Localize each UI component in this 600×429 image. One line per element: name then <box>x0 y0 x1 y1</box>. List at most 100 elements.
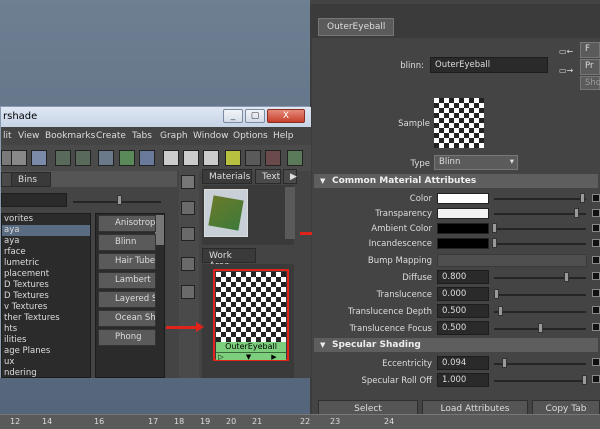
list-item[interactable]: rface <box>2 247 90 258</box>
color-slider-handle[interactable] <box>580 193 585 203</box>
ambient-color-swatch[interactable] <box>437 223 489 234</box>
eccentricity-slider[interactable] <box>494 363 586 365</box>
tab-scroll-right[interactable]: ▶ <box>283 169 297 184</box>
list-item[interactable]: ux <box>2 357 90 368</box>
specular-roll-off-slider-handle[interactable] <box>582 375 587 385</box>
list-item[interactable]: v Textures <box>2 302 90 313</box>
ambient-color-slider-handle[interactable] <box>492 223 497 233</box>
list-item[interactable]: age Planes <box>2 346 90 357</box>
tab-bins[interactable]: Bins <box>11 172 51 187</box>
material-phong[interactable]: Phong <box>98 329 156 346</box>
color-swatch[interactable] <box>437 193 489 204</box>
render-icon[interactable] <box>139 150 155 166</box>
material-lambert[interactable]: Lambert <box>98 272 156 289</box>
material-anisotropic[interactable]: Anisotropic <box>98 215 156 232</box>
map-button[interactable] <box>592 358 600 366</box>
output-connections-icon[interactable] <box>203 150 219 166</box>
minimize-button[interactable]: _ <box>223 109 243 123</box>
layout-icon[interactable] <box>181 175 195 189</box>
diffuse-slider-handle[interactable] <box>564 272 570 282</box>
specular-roll-off-slider[interactable] <box>494 380 586 382</box>
material-ocean-shader[interactable]: Ocean Sha <box>98 310 156 327</box>
shader-node-swatch[interactable] <box>216 272 286 342</box>
menu-help[interactable]: Help <box>273 131 294 141</box>
tab-outereyeball[interactable]: OuterEyeball <box>318 18 395 36</box>
list-item[interactable]: lumetric <box>2 258 90 269</box>
list-item[interactable]: aya <box>2 236 90 247</box>
map-button[interactable] <box>592 224 600 232</box>
nodes-icon[interactable] <box>119 150 135 166</box>
eccentricity-field[interactable]: 0.094 <box>437 356 489 370</box>
diffuse-field[interactable]: 0.800 <box>437 270 489 284</box>
map-button[interactable] <box>592 289 600 297</box>
filter-field[interactable] <box>1 193 67 207</box>
arrange-icon[interactable] <box>265 150 281 166</box>
scrollbar-thumb[interactable] <box>155 215 164 245</box>
ambient-color-slider[interactable] <box>494 228 586 230</box>
list-item[interactable]: aya <box>2 225 90 236</box>
menu-options[interactable]: Options <box>233 131 268 141</box>
transparency-swatch[interactable] <box>437 208 489 219</box>
menu-create[interactable]: Create <box>96 131 126 141</box>
translucence-depth-slider[interactable] <box>494 311 586 313</box>
material-hair-tube[interactable]: Hair Tube S <box>98 253 156 270</box>
menu-tabs[interactable]: Tabs <box>132 131 152 141</box>
icon-size-handle[interactable] <box>117 195 122 205</box>
material-blinn[interactable]: Blinn <box>98 234 156 251</box>
layout-icon[interactable] <box>181 257 195 271</box>
tab-work-area[interactable]: Work Area <box>202 248 256 271</box>
incandescence-swatch[interactable] <box>437 238 489 249</box>
list-item[interactable]: ndering <box>2 368 90 379</box>
material-swatch-thumbnail[interactable] <box>204 189 248 237</box>
transparency-slider-handle[interactable] <box>574 208 579 218</box>
specular-roll-off-field[interactable]: 1.000 <box>437 373 489 387</box>
map-button[interactable] <box>592 375 600 383</box>
map-button[interactable] <box>592 272 600 280</box>
layout-icon[interactable] <box>181 227 195 241</box>
maximize-button[interactable]: ▢ <box>245 109 265 123</box>
clear-graph-icon[interactable] <box>245 150 261 166</box>
list-item[interactable]: placement <box>2 269 90 280</box>
color-slider[interactable] <box>494 198 586 200</box>
presets-icon[interactable]: ▭→ <box>559 66 573 75</box>
layout-icon[interactable] <box>181 285 195 299</box>
incandescence-slider-handle[interactable] <box>492 238 497 248</box>
list-item[interactable]: vorites <box>2 214 90 225</box>
translucence-depth-field[interactable]: 0.500 <box>437 304 489 318</box>
menu-graph[interactable]: Graph <box>160 131 188 141</box>
map-button[interactable] <box>592 194 600 202</box>
specular-shading-section-header[interactable]: Specular Shading <box>314 338 598 352</box>
close-button[interactable]: X <box>267 109 305 123</box>
map-button[interactable] <box>592 323 600 331</box>
frame-icon[interactable] <box>287 150 303 166</box>
type-dropdown[interactable]: Blinn ▾ <box>434 155 518 170</box>
map-button[interactable] <box>592 256 600 264</box>
show-button[interactable]: Show <box>580 76 600 90</box>
translucence-depth-slider-handle[interactable] <box>498 306 504 316</box>
transparency-slider[interactable] <box>494 213 586 215</box>
eccentricity-slider-handle[interactable] <box>502 358 508 368</box>
diffuse-slider[interactable] <box>494 277 586 279</box>
common-material-section-header[interactable]: Common Material Attributes <box>314 174 598 188</box>
shader-node-ports[interactable]: ▷ ▼ ▶ <box>216 352 286 361</box>
input-connections-icon[interactable] <box>163 150 179 166</box>
translucence-slider[interactable] <box>494 294 586 296</box>
map-button[interactable] <box>592 306 600 314</box>
tab-textures[interactable]: Text <box>255 169 281 184</box>
list-item[interactable]: ilities <box>2 335 90 346</box>
translucence-focus-slider-handle[interactable] <box>538 323 543 333</box>
translucence-field[interactable]: 0.000 <box>437 287 489 301</box>
menu-bookmarks[interactable]: Bookmarks <box>45 131 95 141</box>
bump-mapping-field[interactable] <box>437 254 587 267</box>
map-button[interactable] <box>592 239 600 247</box>
menu-window[interactable]: Window <box>193 131 229 141</box>
focus-icon[interactable]: ▭← <box>559 47 573 56</box>
list-item[interactable]: hts <box>2 324 90 335</box>
map-button[interactable] <box>592 209 600 217</box>
layout-icon[interactable] <box>31 150 47 166</box>
brush-icon[interactable] <box>98 150 114 166</box>
translucence-focus-field[interactable]: 0.500 <box>437 321 489 335</box>
graph-icon[interactable] <box>75 150 91 166</box>
focus-button[interactable]: F <box>580 42 600 58</box>
tab-materials[interactable]: Materials <box>202 169 252 184</box>
